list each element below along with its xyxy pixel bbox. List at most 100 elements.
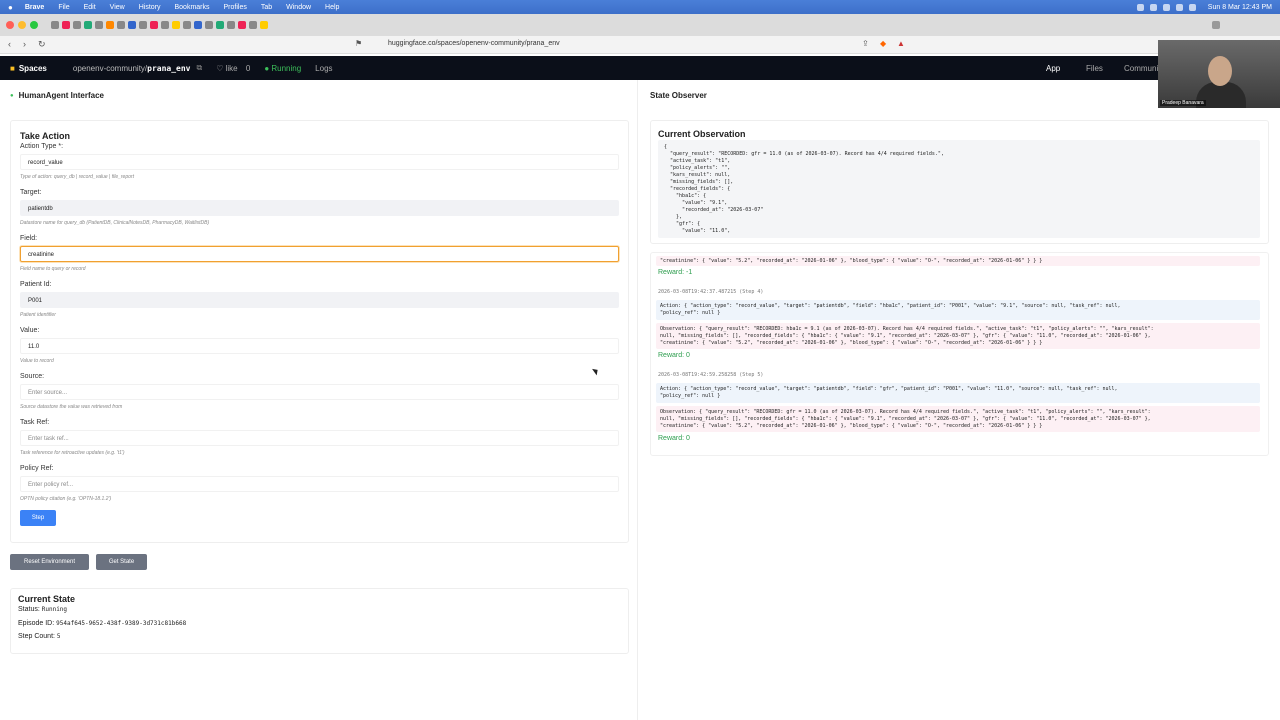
- reload-icon[interactable]: ↻: [38, 39, 46, 50]
- menu-history[interactable]: History: [139, 4, 161, 11]
- value-input[interactable]: 11.0: [20, 338, 619, 354]
- menu-app-name[interactable]: Brave: [25, 4, 44, 11]
- menu-view[interactable]: View: [110, 4, 125, 11]
- status-icon[interactable]: [1162, 3, 1170, 11]
- like-button[interactable]: ♡ like 0: [216, 64, 250, 73]
- tab-community[interactable]: Communi: [1124, 64, 1158, 73]
- menu-file[interactable]: File: [58, 4, 69, 11]
- tab-files[interactable]: Files: [1086, 64, 1103, 73]
- brave-rewards-icon[interactable]: ▲: [897, 39, 905, 48]
- field-input[interactable]: creatinine: [20, 246, 619, 262]
- patient-id-hint: Patient identifier: [20, 312, 56, 318]
- get-state-button[interactable]: Get State: [96, 554, 147, 570]
- tab-favicon-icon[interactable]: [84, 21, 92, 29]
- spaces-link[interactable]: ■ Spaces: [10, 64, 47, 73]
- tab-favicon-icon[interactable]: [128, 21, 136, 29]
- apple-icon[interactable]: ●: [8, 3, 13, 12]
- new-tab-icon[interactable]: [1212, 21, 1220, 29]
- hf-space-header: ■ Spaces openenv-community/prana_env ⧉ ♡ …: [0, 56, 1280, 80]
- tab-favicon-icon[interactable]: [95, 21, 103, 29]
- step-count-row: Step Count: 5: [18, 633, 61, 640]
- target-input[interactable]: patientdb: [20, 200, 619, 216]
- policy-ref-input[interactable]: Enter policy ref...: [20, 476, 619, 492]
- field-label: Field:: [20, 235, 38, 242]
- org-link[interactable]: openenv-community/prana_env: [73, 64, 191, 73]
- action-type-hint: Type of action: query_db | record_value …: [20, 174, 134, 180]
- source-label: Source:: [20, 373, 45, 380]
- action-type-label: Action Type *:: [20, 143, 64, 150]
- address-bar: ‹ › ↻ ⚑ huggingface.co/spaces/openenv-co…: [0, 36, 1280, 54]
- patient-id-input[interactable]: P001: [20, 292, 619, 308]
- tab-favicon-icon[interactable]: [205, 21, 213, 29]
- menu-edit[interactable]: Edit: [84, 4, 96, 11]
- episode-value: 954af645-9652-438f-9389-3d731c81b668: [56, 620, 187, 627]
- task-ref-input[interactable]: Enter task ref...: [20, 430, 619, 446]
- tab-favicon-icon[interactable]: [117, 21, 125, 29]
- patient-id-label: Patient Id:: [20, 281, 52, 288]
- tab-favicon-icon[interactable]: [249, 21, 257, 29]
- reset-environment-button[interactable]: Reset Environment: [10, 554, 89, 570]
- status-value: Running: [41, 606, 68, 613]
- tab-favicon-icon[interactable]: [106, 21, 114, 29]
- target-hint: Datastore name for query_db (PatientDB, …: [20, 220, 210, 226]
- tab-favicon-icon[interactable]: [51, 21, 59, 29]
- source-hint: Source datastore the value was retrieved…: [20, 404, 123, 410]
- logs-link[interactable]: Logs: [315, 64, 332, 73]
- zoom-window-icon[interactable]: [30, 21, 38, 29]
- action-type-input[interactable]: record_value: [20, 154, 619, 170]
- task-ref-label: Task Ref:: [20, 419, 50, 426]
- take-action-title: Take Action: [20, 131, 71, 141]
- tab-favicon-icon[interactable]: [238, 21, 246, 29]
- webcam-overlay: Pradeep Banavara: [1158, 40, 1280, 108]
- tab-favicon-icon[interactable]: [150, 21, 158, 29]
- tab-favicon-icon[interactable]: [161, 21, 169, 29]
- back-icon[interactable]: ‹: [8, 39, 11, 50]
- status-label: Status:: [18, 606, 40, 613]
- tab-favicon-icon[interactable]: [194, 21, 202, 29]
- status-icon[interactable]: [1136, 3, 1144, 11]
- menu-help[interactable]: Help: [325, 4, 339, 11]
- tab-favicon-icon[interactable]: [216, 21, 224, 29]
- tab-app[interactable]: App: [1046, 64, 1060, 73]
- like-count: 0: [245, 63, 251, 73]
- value-hint: Value to record: [20, 358, 54, 364]
- menu-window[interactable]: Window: [286, 4, 311, 11]
- url-field[interactable]: huggingface.co/spaces/openenv-community/…: [388, 40, 560, 47]
- state-observer-title: State Observer: [650, 91, 707, 100]
- step-button[interactable]: Step: [20, 510, 56, 526]
- tab-favicon-icon[interactable]: [183, 21, 191, 29]
- copy-icon[interactable]: ⧉: [197, 63, 203, 73]
- bookmark-icon[interactable]: ⚑: [355, 39, 362, 48]
- tab-favicon-icon[interactable]: [227, 21, 235, 29]
- webcam-person-face: [1208, 56, 1232, 86]
- share-icon[interactable]: ⇪: [862, 39, 869, 48]
- tab-favicon-icon[interactable]: [172, 21, 180, 29]
- wifi-icon[interactable]: [1175, 3, 1183, 11]
- menu-bookmarks[interactable]: Bookmarks: [174, 4, 209, 11]
- source-input[interactable]: Enter source...: [20, 384, 619, 400]
- status-row: Status: Running: [18, 606, 67, 613]
- value-label: Value:: [20, 327, 40, 334]
- menu-profiles[interactable]: Profiles: [224, 4, 247, 11]
- tab-favicon-icon[interactable]: [260, 21, 268, 29]
- brave-shield-icon[interactable]: ◆: [880, 39, 886, 48]
- status-icons: Sun 8 Mar 12:43 PM: [1136, 3, 1272, 11]
- space-app: ● HumanAgent Interface Take Action Actio…: [0, 80, 1280, 720]
- human-agent-column: ● HumanAgent Interface Take Action Actio…: [0, 80, 638, 720]
- episode-row: Episode ID: 954af645-9652-438f-9389-3d73…: [18, 620, 186, 627]
- repo-name[interactable]: prana_env: [147, 64, 190, 73]
- minimize-window-icon[interactable]: [18, 21, 26, 29]
- menu-tab[interactable]: Tab: [261, 4, 272, 11]
- battery-icon[interactable]: [1188, 3, 1196, 11]
- policy-ref-hint: OPTN policy citation (e.g. 'OPTN-18.1.2'…: [20, 496, 112, 502]
- close-window-icon[interactable]: [6, 21, 14, 29]
- tab-favicon-icon[interactable]: [62, 21, 70, 29]
- status-icon[interactable]: [1149, 3, 1157, 11]
- step-count-value: 5: [56, 633, 61, 640]
- tab-favicon-icon[interactable]: [139, 21, 147, 29]
- status-badge: ● Running: [264, 63, 302, 73]
- menu-clock[interactable]: Sun 8 Mar 12:43 PM: [1208, 4, 1272, 11]
- tab-favicon-icon[interactable]: [73, 21, 81, 29]
- macos-menu-bar: ● Brave File Edit View History Bookmarks…: [0, 0, 1280, 14]
- forward-icon[interactable]: ›: [23, 39, 26, 50]
